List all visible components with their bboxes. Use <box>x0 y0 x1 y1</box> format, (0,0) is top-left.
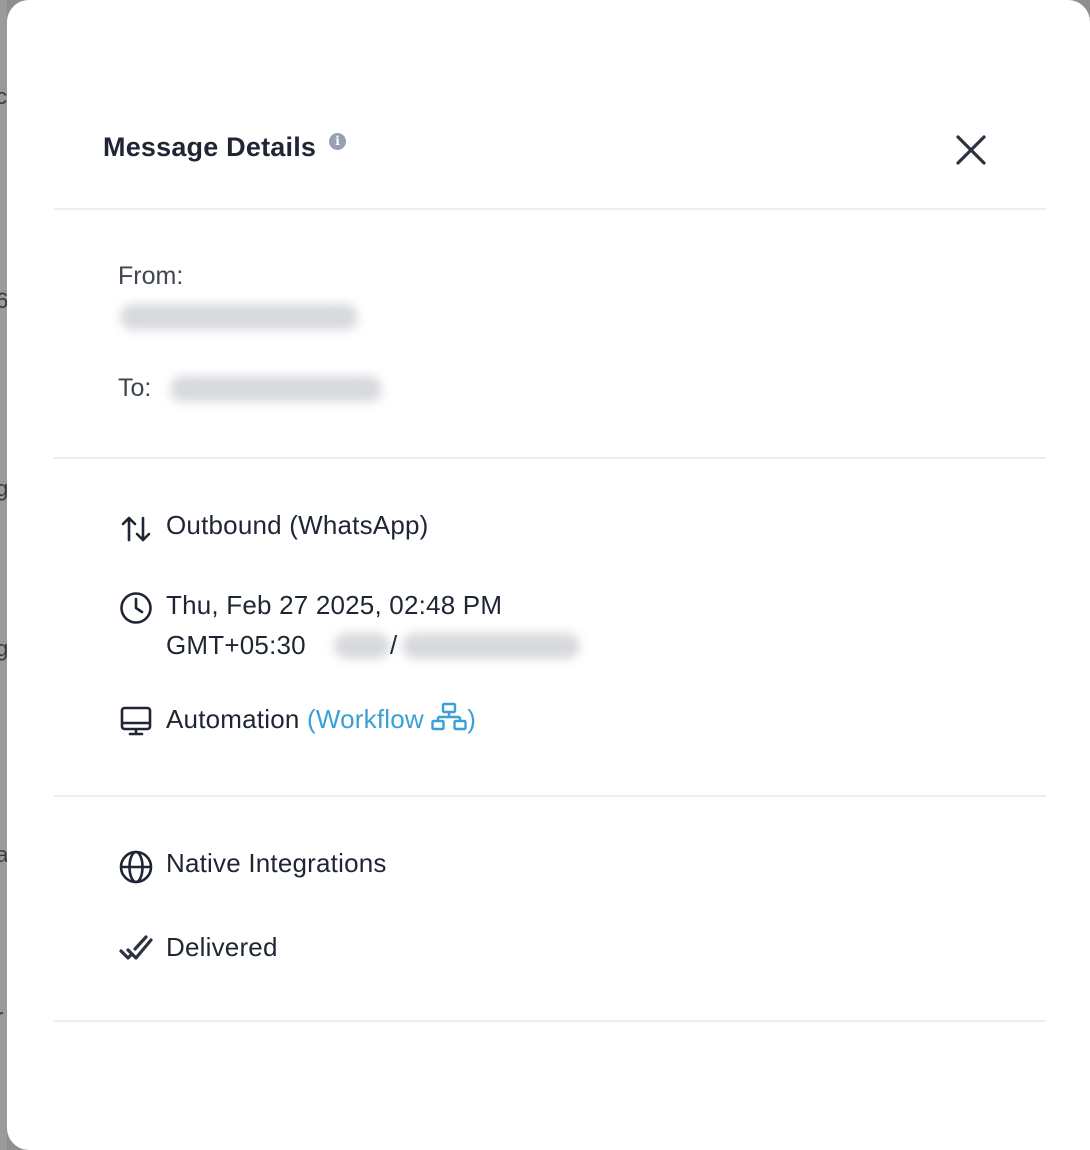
to-value-redacted <box>170 376 382 402</box>
modal-title: Message Details <box>103 132 317 162</box>
to-label: To: <box>118 374 152 402</box>
addresses-section: From: To: <box>54 208 1046 459</box>
datetime-line1: Thu, Feb 27 2025, 02:48 PM <box>166 590 503 620</box>
sitemap-icon[interactable] <box>431 702 467 732</box>
datetime-line2: GMT+05:30 <box>166 630 306 660</box>
backdrop-glyph: g <box>0 476 7 501</box>
automation-row: Automation (Workflow ) <box>166 702 476 735</box>
workflow-link-label: (Workflow <box>306 704 424 734</box>
clock-icon <box>120 592 152 624</box>
monitor-icon <box>120 706 152 736</box>
timezone-region-redacted <box>334 633 390 659</box>
close-button[interactable] <box>951 130 991 170</box>
integration-text: Native Integrations <box>166 848 387 878</box>
backdrop-glyph: 6 <box>0 288 7 313</box>
workflow-link[interactable]: (Workflow ) <box>306 702 477 734</box>
double-check-icon <box>119 935 153 960</box>
close-icon[interactable] <box>951 130 991 170</box>
source-text: Automation <box>166 704 300 734</box>
timezone-city-redacted <box>402 633 580 659</box>
modal-header: Message Details i <box>54 0 1046 210</box>
timezone-separator: / <box>390 630 398 660</box>
delivery-status-text: Delivered <box>166 932 278 962</box>
backdrop-glyph: r <box>0 1004 3 1030</box>
direction-text: Outbound (WhatsApp) <box>166 510 429 540</box>
from-label: From: <box>118 262 184 290</box>
backdrop-glyph: a <box>0 842 7 867</box>
from-value-redacted <box>120 304 358 330</box>
backdrop-glyph: c <box>0 84 7 109</box>
backdrop: c 6 g g a r <box>0 0 7 1150</box>
status-section: Native Integrations Delivered <box>54 797 1046 1022</box>
arrows-up-down-icon <box>121 516 151 542</box>
globe-icon <box>119 850 153 884</box>
backdrop-glyph: g <box>0 636 7 661</box>
info-icon[interactable]: i <box>329 133 346 150</box>
message-details-modal: Message Details i From: To: Outbound (Wh… <box>7 0 1090 1150</box>
workflow-link-close: ) <box>467 704 477 734</box>
message-info-section: Outbound (WhatsApp) Thu, Feb 27 2025, 02… <box>54 459 1046 797</box>
